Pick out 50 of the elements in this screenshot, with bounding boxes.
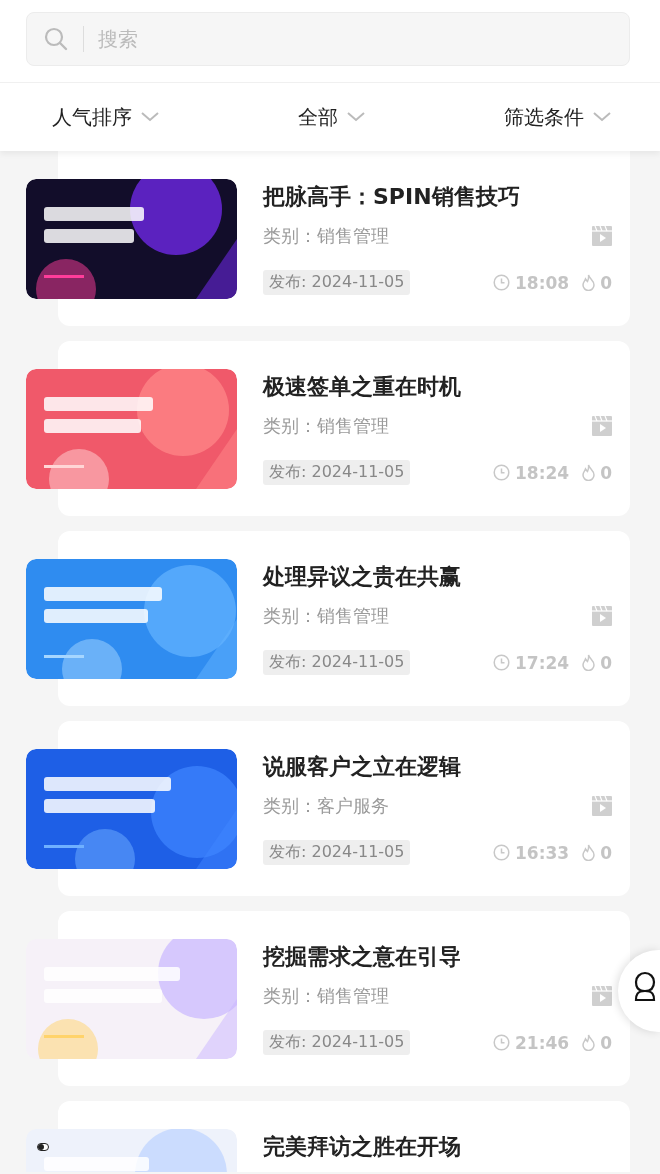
chevron-down-icon: [592, 111, 612, 123]
clock-icon: [493, 464, 511, 481]
video-icon: [592, 986, 612, 1006]
course-title[interactable]: 把脉高手：SPIN销售技巧: [263, 182, 612, 212]
publish-date: 发布: 2024-11-05: [263, 460, 411, 485]
course-category: 类别：销售管理: [263, 604, 389, 628]
course-category: 类别：销售管理: [263, 414, 389, 438]
duration: 21:46: [515, 1032, 570, 1053]
search-icon: [43, 26, 69, 52]
course-category: 类别：客户服务: [263, 794, 389, 818]
course-title[interactable]: 说服客户之立在逻辑: [263, 752, 612, 782]
video-icon: [592, 226, 612, 246]
clock-icon: [493, 844, 511, 861]
publish-date: 发布: 2024-11-05: [263, 1030, 411, 1055]
publish-date: 发布: 2024-11-05: [263, 650, 411, 675]
flame-icon: [582, 464, 596, 481]
course-category: 类别：销售管理: [263, 224, 389, 248]
video-icon: [592, 416, 612, 436]
chevron-down-icon: [346, 111, 366, 123]
clock-icon: [493, 274, 511, 291]
flame-icon: [582, 654, 596, 671]
duration: 17:24: [515, 652, 570, 673]
clock-icon: [493, 654, 511, 671]
search-field[interactable]: 搜索: [96, 26, 613, 52]
video-icon: [592, 796, 612, 816]
view-count: 0: [600, 272, 612, 293]
filter-dropdown[interactable]: 全部: [298, 103, 366, 131]
view-count: 0: [600, 1032, 612, 1053]
publish-date: 发布: 2024-11-05: [263, 840, 411, 865]
flame-icon: [582, 844, 596, 861]
view-count: 0: [600, 462, 612, 483]
flame-icon: [582, 274, 596, 291]
chevron-down-icon: [140, 111, 160, 123]
duration: 18:24: [515, 462, 570, 483]
flame-icon: [582, 1034, 596, 1051]
duration: 16:33: [515, 842, 570, 863]
course-category: 类别：销售管理: [263, 984, 389, 1008]
video-icon: [592, 606, 612, 626]
filter-dropdown[interactable]: 筛选条件: [504, 103, 612, 131]
view-count: 0: [600, 842, 612, 863]
publish-date: 发布: 2024-11-05: [263, 270, 411, 295]
duration: 18:08: [515, 272, 570, 293]
course-title[interactable]: 挖掘需求之意在引导: [263, 942, 612, 972]
course-title[interactable]: 极速签单之重在时机: [263, 372, 612, 402]
course-title[interactable]: 处理异议之贵在共赢: [263, 562, 612, 592]
toggle-icon[interactable]: [37, 1143, 49, 1151]
clock-icon: [493, 1034, 511, 1051]
view-count: 0: [600, 652, 612, 673]
search-bar[interactable]: 搜索: [26, 12, 630, 66]
filter-dropdown[interactable]: 人气排序: [52, 103, 160, 131]
